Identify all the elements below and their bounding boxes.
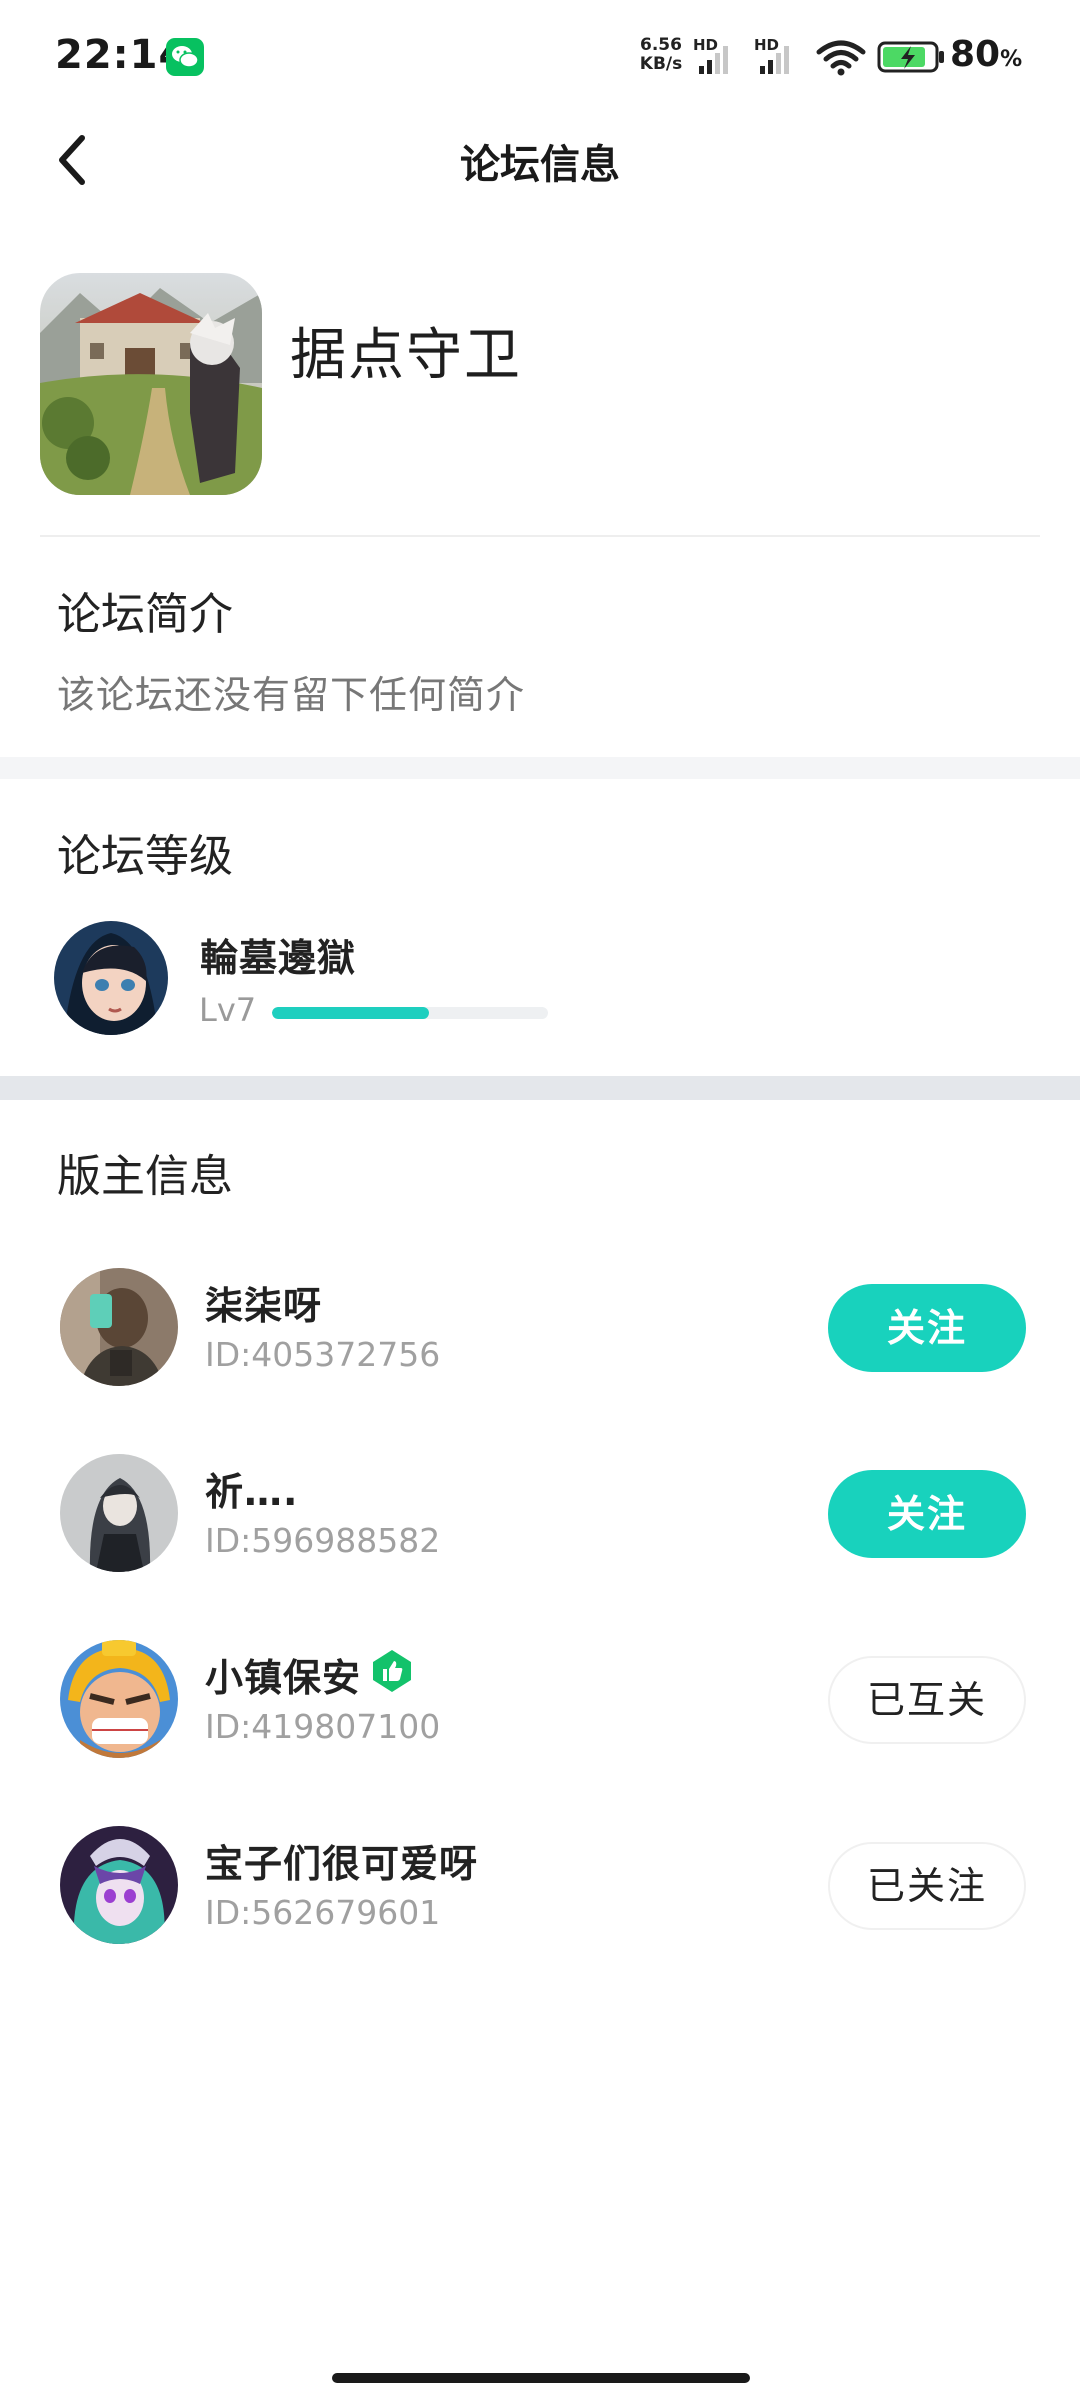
signal-strength-icon: HD: [754, 36, 806, 76]
section-separator: [0, 757, 1080, 779]
level-section-title: 论坛等级: [57, 831, 233, 882]
level-username: 輪墓邊獄: [200, 936, 357, 980]
home-indicator[interactable]: [332, 2373, 750, 2383]
battery-percentage: 80%: [950, 34, 1023, 75]
navigation-bar: 论坛信息: [0, 110, 1080, 215]
intro-text: 该论坛还没有留下任何简介: [57, 673, 526, 717]
level-label: Lv7: [199, 991, 257, 1029]
status-bar: 22:14 6.56 KB/s HD HD 80%: [0, 0, 1080, 110]
moderator-name: 小镇保安: [205, 1656, 362, 1700]
moderator-name: 宝子们很可爱呀: [205, 1842, 479, 1886]
moderator-row[interactable]: 柒柒呀 ID:405372756 关注: [0, 1257, 1080, 1397]
forum-cover-image: [40, 273, 262, 495]
wechat-notification-icon: [166, 38, 204, 76]
moderators-section-title: 版主信息: [57, 1151, 233, 1202]
moderator-row[interactable]: 宝子们很可爱呀 ID:562679601 已关注: [0, 1815, 1080, 1955]
moderator-id: ID:405372756: [205, 1335, 441, 1374]
moderator-id: ID:562679601: [205, 1893, 441, 1932]
moderator-row[interactable]: 祈…. ID:596988582 关注: [0, 1443, 1080, 1583]
level-progress-bar: [272, 1007, 548, 1019]
forum-level-row[interactable]: 輪墓邊獄 Lv7: [0, 915, 1080, 1045]
verified-badge-icon: [370, 1649, 414, 1693]
network-speed: 6.56 KB/s: [639, 35, 683, 74]
moderator-name: 柒柒呀: [205, 1284, 323, 1328]
moderator-id: ID:419807100: [205, 1707, 441, 1746]
forum-info-page: 22:14 6.56 KB/s HD HD 80% 论坛信息 据点守卫 论坛简介…: [0, 0, 1080, 2400]
moderator-id: ID:596988582: [205, 1521, 441, 1560]
page-title: 论坛信息: [460, 142, 620, 188]
follow-button[interactable]: 关注: [828, 1284, 1026, 1372]
intro-section-title: 论坛简介: [57, 589, 233, 640]
avatar: [60, 1268, 178, 1386]
battery-icon: [877, 40, 947, 74]
moderator-row[interactable]: 小镇保安 ID:419807100 已互关: [0, 1629, 1080, 1769]
avatar: [60, 1640, 178, 1758]
signal-strength-icon: HD: [693, 36, 745, 76]
avatar: [60, 1826, 178, 1944]
divider: [40, 535, 1040, 537]
avatar: [60, 1454, 178, 1572]
mutual-follow-button[interactable]: 已互关: [828, 1656, 1026, 1744]
section-separator: [0, 1076, 1080, 1100]
level-progress-fill: [272, 1007, 430, 1019]
forum-name: 据点守卫: [290, 323, 522, 388]
forum-header: 据点守卫: [0, 270, 1080, 500]
follow-button[interactable]: 关注: [828, 1470, 1026, 1558]
avatar: [54, 921, 168, 1035]
moderator-name: 祈….: [205, 1470, 299, 1514]
wifi-icon: [815, 38, 867, 76]
following-button[interactable]: 已关注: [828, 1842, 1026, 1930]
